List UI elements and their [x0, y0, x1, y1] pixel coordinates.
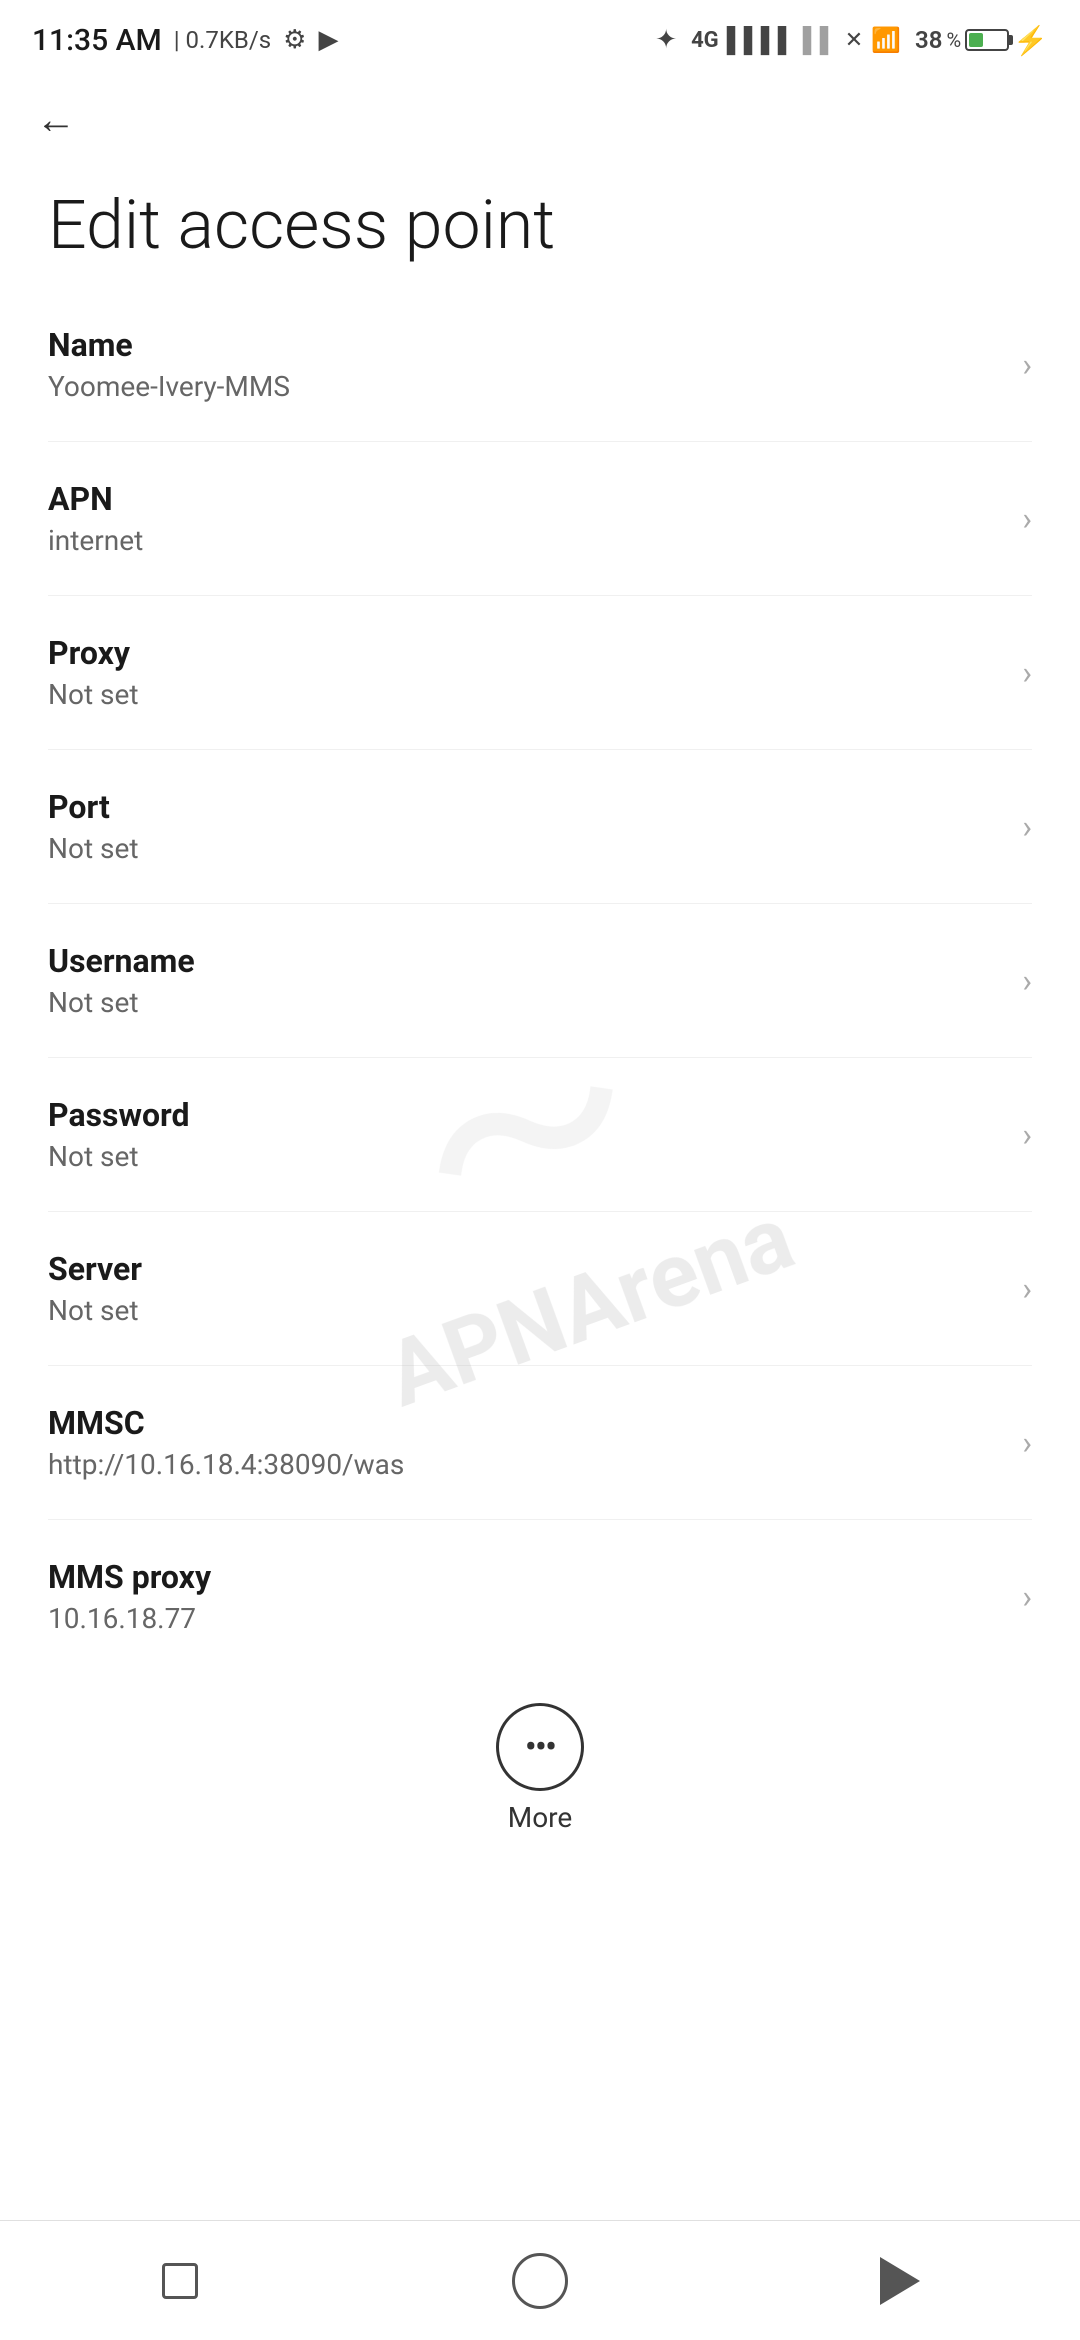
- settings-item-text: Proxy Not set: [48, 634, 1002, 711]
- settings-item-value: Not set: [48, 1140, 1002, 1173]
- settings-item-label: MMSC: [48, 1404, 1002, 1442]
- chevron-right-icon: ›: [1022, 962, 1032, 1000]
- settings-list: Name Yoomee-Ivery-MMS › APN internet › Proxy No…: [0, 288, 1080, 1673]
- chevron-right-icon: ›: [1022, 1116, 1032, 1154]
- chevron-right-icon: ›: [1022, 500, 1032, 538]
- recent-apps-icon: [162, 2263, 198, 2299]
- settings-item-value: Not set: [48, 986, 1002, 1019]
- camera-icon: ▶: [318, 25, 338, 55]
- signal-bars-1: ▌▌▌▌: [727, 26, 795, 55]
- more-dots-icon: •••: [525, 1729, 555, 1765]
- home-button[interactable]: [500, 2241, 580, 2321]
- signal-icons: 4G ▌▌▌▌ ▌▌ ✕ 📶: [691, 26, 901, 55]
- more-button[interactable]: •••: [496, 1703, 584, 1791]
- settings-item-text: Password Not set: [48, 1096, 1002, 1173]
- signal-bars-2: ▌▌: [803, 26, 837, 55]
- settings-item[interactable]: MMSC http://10.16.18.4:38090/was ›: [48, 1366, 1032, 1520]
- settings-item-label: Proxy: [48, 634, 1002, 672]
- battery-percent: 38: [915, 26, 942, 54]
- settings-item[interactable]: Server Not set ›: [48, 1212, 1032, 1366]
- 4g-icon: 4G: [691, 28, 719, 53]
- settings-item-text: MMS proxy 10.16.18.77: [48, 1558, 1002, 1635]
- settings-item-text: MMSC http://10.16.18.4:38090/was: [48, 1404, 1002, 1481]
- settings-item-label: Name: [48, 326, 1002, 364]
- settings-item-text: APN internet: [48, 480, 1002, 557]
- home-icon: [512, 2253, 568, 2309]
- battery-indicator: 38 % ⚡: [915, 24, 1048, 57]
- settings-item-value: Yoomee-Ivery-MMS: [48, 370, 1002, 403]
- settings-item[interactable]: Password Not set ›: [48, 1058, 1032, 1212]
- status-left: 11:35 AM | 0.7KB/s ⚙ ▶: [32, 23, 338, 58]
- settings-item-value: 10.16.18.77: [48, 1602, 1002, 1635]
- settings-item-label: Username: [48, 942, 1002, 980]
- settings-item-text: Username Not set: [48, 942, 1002, 1019]
- settings-item-value: http://10.16.18.4:38090/was: [48, 1448, 1002, 1481]
- settings-item[interactable]: Username Not set ›: [48, 904, 1032, 1058]
- back-button[interactable]: ←: [36, 100, 76, 140]
- settings-item-value: internet: [48, 524, 1002, 557]
- chevron-right-icon: ›: [1022, 1578, 1032, 1616]
- settings-item-text: Server Not set: [48, 1250, 1002, 1327]
- status-speed: | 0.7KB/s: [174, 26, 271, 54]
- chevron-right-icon: ›: [1022, 808, 1032, 846]
- recent-apps-button[interactable]: [140, 2241, 220, 2321]
- settings-item[interactable]: Name Yoomee-Ivery-MMS ›: [48, 288, 1032, 442]
- status-right: ✦ 4G ▌▌▌▌ ▌▌ ✕ 📶 38 % ⚡: [655, 24, 1048, 57]
- back-nav-icon: [880, 2257, 920, 2305]
- page-title: Edit access point: [48, 186, 1032, 264]
- more-section: ••• More: [0, 1673, 1080, 1854]
- no-signal-icon: ✕: [845, 28, 863, 53]
- chevron-right-icon: ›: [1022, 654, 1032, 692]
- settings-item[interactable]: MMS proxy 10.16.18.77 ›: [48, 1520, 1032, 1673]
- bluetooth-icon: ✦: [655, 25, 677, 55]
- settings-item-text: Name Yoomee-Ivery-MMS: [48, 326, 1002, 403]
- top-nav: ←: [0, 72, 1080, 150]
- status-bar: 11:35 AM | 0.7KB/s ⚙ ▶ ✦ 4G ▌▌▌▌ ▌▌ ✕ 📶 …: [0, 0, 1080, 72]
- settings-item[interactable]: Proxy Not set ›: [48, 596, 1032, 750]
- status-time: 11:35 AM: [32, 23, 162, 58]
- settings-item[interactable]: Port Not set ›: [48, 750, 1032, 904]
- settings-item-label: Password: [48, 1096, 1002, 1134]
- settings-item-value: Not set: [48, 678, 1002, 711]
- settings-item-label: APN: [48, 480, 1002, 518]
- settings-item-label: Server: [48, 1250, 1002, 1288]
- settings-item-value: Not set: [48, 832, 1002, 865]
- chevron-right-icon: ›: [1022, 1424, 1032, 1462]
- page-title-section: Edit access point: [0, 150, 1080, 288]
- settings-item-text: Port Not set: [48, 788, 1002, 865]
- settings-item-label: MMS proxy: [48, 1558, 1002, 1596]
- chevron-right-icon: ›: [1022, 346, 1032, 384]
- wifi-icon: 📶: [871, 26, 901, 54]
- settings-icon: ⚙: [283, 25, 306, 55]
- settings-item-label: Port: [48, 788, 1002, 826]
- battery-fill: [969, 33, 983, 47]
- battery-box: [965, 29, 1009, 51]
- bottom-nav: [0, 2220, 1080, 2340]
- settings-item[interactable]: APN internet ›: [48, 442, 1032, 596]
- more-label: More: [508, 1801, 573, 1834]
- settings-item-value: Not set: [48, 1294, 1002, 1327]
- charging-icon: ⚡: [1013, 24, 1048, 57]
- chevron-right-icon: ›: [1022, 1270, 1032, 1308]
- back-nav-button[interactable]: [860, 2241, 940, 2321]
